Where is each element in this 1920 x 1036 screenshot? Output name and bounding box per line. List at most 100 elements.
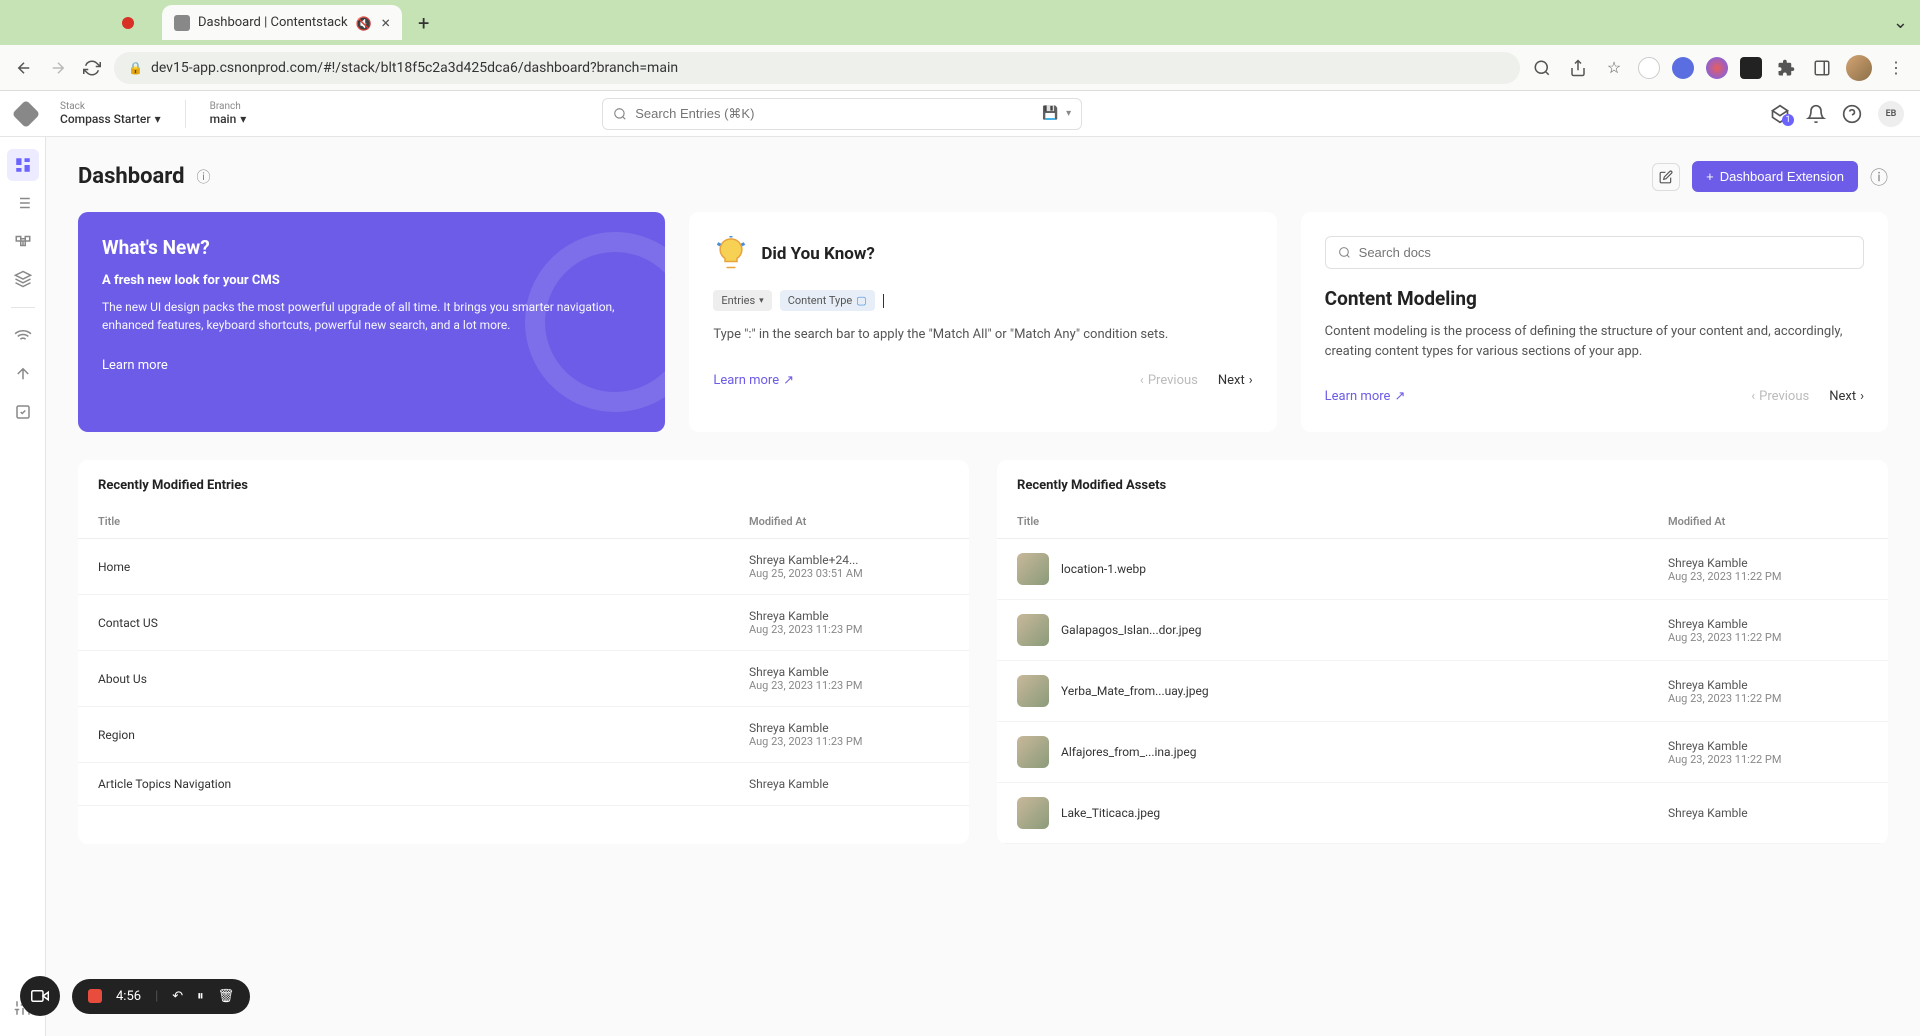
asset-thumbnail [1017, 614, 1049, 646]
cursor-indicator [883, 294, 884, 308]
help-icon[interactable] [1842, 104, 1862, 124]
dyk-next-button[interactable]: Next › [1218, 373, 1253, 388]
reload-button[interactable] [80, 56, 104, 80]
url-bar[interactable]: 🔒 dev15-app.csnonprod.com/#!/stack/blt18… [114, 52, 1520, 84]
docs-next-button[interactable]: Next › [1829, 389, 1864, 404]
bookmark-icon[interactable]: ☆ [1602, 56, 1626, 80]
info-circle-icon[interactable]: ⓘ [1870, 164, 1888, 190]
external-link-icon: ↗ [1394, 389, 1405, 404]
table-row[interactable]: Article Topics NavigationShreya Kamble [78, 763, 969, 806]
table-row[interactable]: Alfajores_from_...ina.jpegShreya KambleA… [997, 722, 1888, 783]
back-button[interactable] [12, 56, 36, 80]
inbox-badge: 1 [1782, 114, 1794, 126]
global-search[interactable]: 💾 ▾ [602, 98, 1082, 130]
assets-col-title: Title [1017, 515, 1668, 528]
asset-modifier: Shreya Kamble [1668, 617, 1868, 631]
asset-thumbnail [1017, 797, 1049, 829]
entry-title: Home [98, 560, 749, 574]
whats-new-card: What's New? A fresh new look for your CM… [78, 212, 665, 432]
sidebar-content-models-icon[interactable] [7, 225, 39, 257]
table-row[interactable]: RegionShreya KambleAug 23, 2023 11:23 PM [78, 707, 969, 763]
asset-modified-date: Aug 23, 2023 11:22 PM [1668, 570, 1868, 583]
favicon [174, 15, 190, 31]
mute-icon[interactable]: 🔇 [356, 17, 368, 29]
info-icon[interactable]: ⓘ [197, 167, 211, 187]
plus-icon: + [1706, 169, 1714, 184]
sidepanel-icon[interactable] [1810, 56, 1834, 80]
table-row[interactable]: location-1.webpShreya KambleAug 23, 2023… [997, 539, 1888, 600]
entry-modified-date: Aug 23, 2023 11:23 PM [749, 679, 949, 692]
search-dropdown-icon[interactable]: ▾ [1066, 108, 1071, 119]
pause-icon[interactable]: ⏸ [197, 989, 204, 1004]
extension-2-icon[interactable] [1672, 57, 1694, 79]
share-icon[interactable] [1566, 56, 1590, 80]
browser-tab[interactable]: Dashboard | Contentstack 🔇 × [162, 5, 402, 40]
table-row[interactable]: Lake_Titicaca.jpegShreya Kamble [997, 783, 1888, 844]
search-input[interactable] [635, 106, 1034, 121]
table-row[interactable]: Contact USShreya KambleAug 23, 2023 11:2… [78, 595, 969, 651]
extension-btn-label: Dashboard Extension [1720, 169, 1844, 184]
entry-title: Region [98, 728, 749, 742]
asset-thumbnail [1017, 553, 1049, 585]
lock-icon: 🔒 [128, 61, 143, 75]
table-row[interactable]: HomeShreya Kamble+24...Aug 25, 2023 03:5… [78, 539, 969, 595]
docs-heading: Content Modeling [1325, 287, 1864, 310]
save-search-icon[interactable]: 💾 [1042, 106, 1058, 121]
table-row[interactable]: Galapagos_Islan...dor.jpegShreya KambleA… [997, 600, 1888, 661]
dyk-learn-more[interactable]: Learn more ↗ [713, 373, 794, 388]
asset-thumbnail [1017, 736, 1049, 768]
search-icon[interactable] [1530, 56, 1554, 80]
notifications-icon[interactable] [1806, 104, 1826, 124]
stack-label: Stack [60, 101, 161, 112]
asset-title: Yerba_Mate_from...uay.jpeg [1061, 684, 1668, 698]
inbox-icon[interactable]: 1 [1770, 104, 1790, 124]
edit-dashboard-button[interactable] [1652, 163, 1680, 191]
sidebar-dashboard-icon[interactable] [7, 149, 39, 181]
docs-previous-button[interactable]: ‹ Previous [1751, 389, 1809, 404]
url-text: dev15-app.csnonprod.com/#!/stack/blt18f5… [151, 60, 678, 76]
asset-title: Alfajores_from_...ina.jpeg [1061, 745, 1668, 759]
stack-selector[interactable]: Stack Compass Starter ▾ [60, 101, 161, 126]
asset-title: Lake_Titicaca.jpeg [1061, 806, 1668, 820]
lightbulb-icon [713, 236, 749, 272]
whats-new-learn-more[interactable]: Learn more [102, 358, 641, 373]
entries-col-modified: Modified At [749, 515, 949, 528]
browser-toolbar: 🔒 dev15-app.csnonprod.com/#!/stack/blt18… [0, 45, 1920, 91]
app-logo[interactable] [12, 99, 40, 127]
tab-title: Dashboard | Contentstack [198, 15, 348, 30]
table-row[interactable]: Yerba_Mate_from...uay.jpegShreya KambleA… [997, 661, 1888, 722]
docs-search[interactable] [1325, 236, 1864, 269]
close-icon[interactable]: × [381, 13, 390, 32]
docs-search-input[interactable] [1359, 245, 1851, 260]
sidebar-assets-icon[interactable] [7, 263, 39, 295]
undo-icon[interactable]: ↶ [172, 989, 183, 1004]
chrome-menu-icon[interactable]: ⋮ [1884, 56, 1908, 80]
dyk-previous-button[interactable]: ‹ Previous [1140, 373, 1198, 388]
user-avatar[interactable]: EB [1878, 101, 1904, 127]
whats-new-body: The new UI design packs the most powerfu… [102, 298, 641, 334]
asset-modified-date: Aug 23, 2023 11:22 PM [1668, 631, 1868, 644]
docs-learn-more[interactable]: Learn more ↗ [1325, 389, 1406, 404]
profile-avatar[interactable] [1846, 55, 1872, 81]
camera-toggle[interactable] [20, 976, 60, 1016]
record-indicator-dot [122, 17, 134, 29]
dashboard-extension-button[interactable]: + Dashboard Extension [1692, 161, 1858, 192]
forward-button[interactable] [46, 56, 70, 80]
chrome-tabs-menu[interactable]: ⌄ [1893, 12, 1908, 33]
sidebar-separator [11, 307, 35, 308]
sidebar-publish-icon[interactable] [7, 320, 39, 352]
table-row[interactable]: About UsShreya KambleAug 23, 2023 11:23 … [78, 651, 969, 707]
branch-selector[interactable]: Branch main ▾ [210, 101, 247, 126]
sidebar-entries-icon[interactable] [7, 187, 39, 219]
new-tab-button[interactable]: + [410, 7, 437, 39]
extension-3-icon[interactable] [1706, 57, 1728, 79]
asset-title: location-1.webp [1061, 562, 1668, 576]
extension-4-icon[interactable] [1740, 57, 1762, 79]
sidebar-releases-icon[interactable] [7, 358, 39, 390]
sidebar [0, 137, 46, 1036]
stop-record-button[interactable] [88, 989, 102, 1003]
extension-1-icon[interactable] [1638, 57, 1660, 79]
sidebar-tasks-icon[interactable] [7, 396, 39, 428]
extensions-icon[interactable] [1774, 56, 1798, 80]
delete-icon[interactable]: 🗑 [218, 989, 235, 1004]
